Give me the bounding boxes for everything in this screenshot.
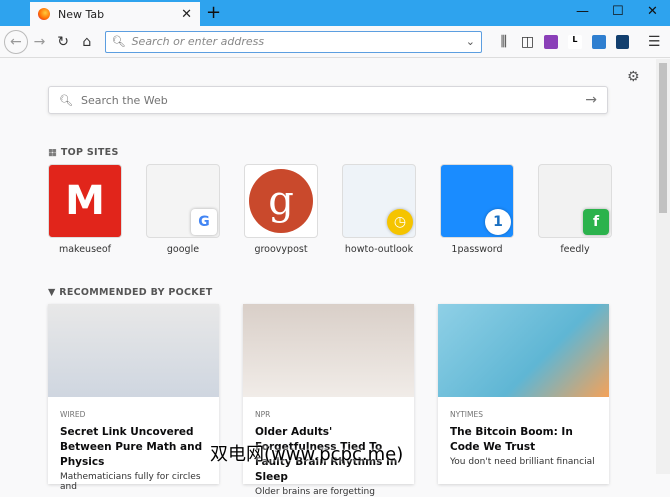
maximize-button[interactable]: ☐ <box>612 4 624 19</box>
card-description: You don't need brilliant financial <box>450 457 595 467</box>
top-sites-grid: Mmakeuseof Ggoogle g groovypost ◷ howto-ou… <box>48 164 612 255</box>
arrow-right-icon[interactable]: → <box>585 92 597 108</box>
l-extension-icon[interactable]: L <box>568 34 582 49</box>
pocket-card[interactable]: NYTIMES The Bitcoin Boom: In Code We Trus… <box>438 304 609 484</box>
scrollbar-thumb[interactable] <box>659 63 667 213</box>
gear-icon[interactable]: ⚙ <box>627 69 640 85</box>
card-image <box>243 304 414 397</box>
pocket-heading: ▼ RECOMMENDED BY POCKET <box>48 287 213 298</box>
tab-new-tab[interactable]: New Tab ✕ <box>30 2 200 26</box>
minimize-button[interactable]: — <box>576 4 589 19</box>
tab-title: New Tab <box>58 7 105 21</box>
menu-icon[interactable]: ☰ <box>642 34 666 50</box>
card-source: NYTIMES <box>450 410 483 419</box>
makeuseof-thumbnail: M <box>48 164 122 238</box>
new-tab-page: ⚙ 🔍︎ Search the Web → ▦ TOP SITES Mmakeu… <box>0 59 656 497</box>
card-description: Mathematicians fully for circles and <box>60 472 201 492</box>
top-site-feedly[interactable]: f feedly <box>538 164 612 255</box>
stats-extension-icon[interactable] <box>615 34 630 49</box>
address-placeholder: Search or enter address <box>131 35 265 48</box>
close-window-button[interactable]: ✕ <box>647 4 658 19</box>
reload-button[interactable]: ↻ <box>51 34 75 50</box>
google-thumbnail: G <box>146 164 220 238</box>
groovypost-logo: g <box>249 169 313 233</box>
site-label: groovypost <box>254 244 308 255</box>
watermark: 双电网(www.pcpc.me) <box>210 444 404 465</box>
sidebar-icon[interactable]: ◫ <box>516 34 540 50</box>
card-title: Secret Link Uncovered Between Pure Math … <box>60 426 203 468</box>
rss-extension-icon[interactable] <box>591 34 606 49</box>
card-title: The Bitcoin Boom: In Code We Trust <box>450 426 573 453</box>
back-button[interactable]: ← <box>4 29 28 54</box>
site-label: makeuseof <box>58 244 112 255</box>
pocket-title: RECOMMENDED BY POCKET <box>59 287 213 298</box>
top-sites-heading: ▦ TOP SITES <box>48 147 119 158</box>
library-icon[interactable]: ⫼ <box>492 34 516 50</box>
top-site-google[interactable]: Ggoogle <box>146 164 220 255</box>
chevron-down-icon[interactable]: ⌄ <box>466 35 475 48</box>
site-label: howto-outlook <box>344 244 414 255</box>
new-tab-button[interactable]: + <box>206 2 221 23</box>
address-bar[interactable]: 🔍︎ Search or enter address ⌄ <box>104 30 482 53</box>
nav-toolbar: ← → ↻ ⌂ 🔍︎ Search or enter address ⌄ ⫼ ◫… <box>0 26 670 58</box>
search-icon: 🔍︎ <box>59 93 73 107</box>
card-source: NPR <box>255 410 271 419</box>
web-search-input[interactable]: 🔍︎ Search the Web → <box>48 86 608 114</box>
groovypost-thumbnail: g <box>244 164 318 238</box>
firefox-icon <box>38 8 50 20</box>
card-description: Older brains are forgetting <box>255 487 375 497</box>
home-button[interactable]: ⌂ <box>75 34 99 50</box>
onenote-icon[interactable] <box>544 34 559 49</box>
site-label: google <box>166 244 200 255</box>
search-icon: 🔍︎ <box>111 35 126 48</box>
title-bar: New Tab ✕ + — ☐ ✕ <box>0 0 670 26</box>
top-site-howto-outlook[interactable]: ◷ howto-outlook <box>342 164 416 255</box>
card-image <box>438 304 609 397</box>
pocket-card[interactable]: WIRED Secret Link Uncovered Between Pure … <box>48 304 219 492</box>
top-site-1password[interactable]: 1 1password <box>440 164 514 255</box>
clock-icon: ◷ <box>387 209 413 235</box>
top-sites-title: TOP SITES <box>60 147 119 158</box>
1password-icon: 1 <box>485 209 511 235</box>
top-site-groovypost[interactable]: g groovypost <box>244 164 318 255</box>
card-source: WIRED <box>60 410 86 419</box>
scrollbar[interactable] <box>656 59 670 474</box>
site-label: feedly <box>560 244 590 255</box>
1password-thumbnail: 1 <box>440 164 514 238</box>
search-placeholder: Search the Web <box>80 93 168 107</box>
top-site-makeuseof[interactable]: Mmakeuseof <box>48 164 122 255</box>
feedly-thumbnail: f <box>538 164 612 238</box>
forward-button[interactable]: → <box>28 34 52 50</box>
howto-outlook-thumbnail: ◷ <box>342 164 416 238</box>
feedly-icon: f <box>583 209 609 235</box>
card-image <box>48 304 219 397</box>
site-label: 1password <box>451 244 503 255</box>
google-icon: G <box>191 209 217 235</box>
close-tab-icon[interactable]: ✕ <box>181 7 192 22</box>
